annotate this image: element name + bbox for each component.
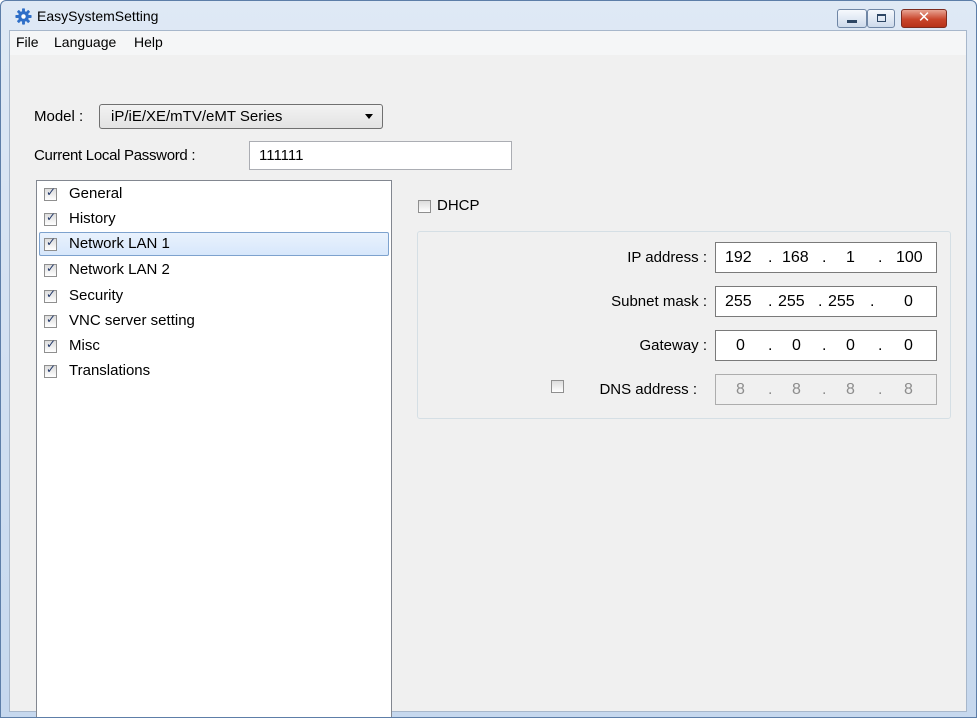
gateway-label: Gateway : <box>639 337 707 354</box>
minimize-button[interactable] <box>837 9 867 28</box>
checkbox[interactable]: ✓ <box>44 235 57 251</box>
menu-language[interactable]: Language <box>50 33 120 51</box>
ip-address-field[interactable]: 192 . 168 . 1 . 100 <box>715 242 937 273</box>
ip-separator: . <box>870 293 875 310</box>
list-item-network-lan-1[interactable]: ✓ Network LAN 1 <box>39 232 389 256</box>
maximize-button[interactable] <box>867 9 895 28</box>
check-icon: ✓ <box>46 337 57 351</box>
check-icon: ✓ <box>46 210 57 224</box>
ip-separator: . <box>768 249 773 266</box>
list-item-label: Misc <box>69 337 100 354</box>
ip-octet-2: 168 <box>782 249 809 266</box>
ip-separator: . <box>822 249 827 266</box>
subnet-mask-field[interactable]: 255 . 255 . 255 . 0 <box>715 286 937 317</box>
window-title: EasySystemSetting <box>37 8 159 24</box>
model-label: Model : <box>34 108 84 125</box>
dns-address-field[interactable]: 8 . 8 . 8 . 8 <box>715 374 937 405</box>
ip-octet-3: 1 <box>846 249 855 266</box>
ip-separator: . <box>818 293 823 310</box>
ip-octet-4: 100 <box>896 249 923 266</box>
ip-address-label: IP address : <box>627 249 707 266</box>
subnet-mask-label: Subnet mask : <box>611 293 707 310</box>
ip-separator: . <box>878 381 883 398</box>
gear-icon <box>15 8 32 25</box>
list-item-label: Translations <box>69 362 151 379</box>
ip-separator: . <box>768 293 773 310</box>
list-item-history[interactable]: ✓ History <box>39 207 389 231</box>
app-window: EasySystemSetting ✕ File Language Help M… <box>0 0 977 718</box>
gateway-octet-3: 0 <box>846 337 855 354</box>
password-label: Current Local Password : <box>34 147 196 164</box>
minimize-icon <box>847 20 857 23</box>
title-bar[interactable]: EasySystemSetting ✕ <box>1 1 976 30</box>
list-item-label: Network LAN 1 <box>69 235 170 252</box>
subnet-octet-1: 255 <box>725 293 752 310</box>
dns-checkbox[interactable] <box>551 380 564 393</box>
ip-separator: . <box>768 337 773 354</box>
gateway-octet-4: 0 <box>904 337 913 354</box>
close-button[interactable]: ✕ <box>901 8 947 28</box>
checkbox[interactable]: ✓ <box>44 210 57 226</box>
close-icon: ✕ <box>917 8 931 26</box>
ip-separator: . <box>878 249 883 266</box>
dhcp-checkbox[interactable] <box>418 200 431 213</box>
menu-file[interactable]: File <box>12 33 43 51</box>
list-item-misc[interactable]: ✓ Misc <box>39 334 389 358</box>
dns-octet-2: 8 <box>792 381 801 398</box>
subnet-octet-3: 255 <box>828 293 855 310</box>
settings-section-list[interactable]: ✓ General ✓ History ✓ Network LAN 1 ✓ Ne… <box>36 180 392 717</box>
list-item-label: History <box>69 210 116 227</box>
checkbox[interactable]: ✓ <box>44 362 57 378</box>
list-item-label: General <box>69 185 123 202</box>
list-item-translations[interactable]: ✓ Translations <box>39 359 389 383</box>
list-item-label: Security <box>69 287 124 304</box>
dns-octet-4: 8 <box>904 381 913 398</box>
ip-separator: . <box>822 337 827 354</box>
gateway-octet-1: 0 <box>736 337 745 354</box>
model-value: iP/iE/XE/mTV/eMT Series <box>111 108 283 125</box>
checkbox[interactable]: ✓ <box>44 261 57 277</box>
dhcp-label: DHCP <box>437 197 480 214</box>
gateway-octet-2: 0 <box>792 337 801 354</box>
list-item-vnc-server-setting[interactable]: ✓ VNC server setting <box>39 309 389 333</box>
model-dropdown[interactable]: iP/iE/XE/mTV/eMT Series <box>99 104 383 129</box>
menu-help[interactable]: Help <box>130 33 167 51</box>
list-item-label: Network LAN 2 <box>69 261 170 278</box>
ip-octet-1: 192 <box>725 249 752 266</box>
list-item-general[interactable]: ✓ General <box>39 182 389 206</box>
check-icon: ✓ <box>46 362 57 376</box>
ip-separator: . <box>822 381 827 398</box>
check-icon: ✓ <box>46 185 57 199</box>
maximize-icon <box>877 14 886 22</box>
password-field[interactable]: 111111 <box>249 141 512 170</box>
subnet-octet-4: 0 <box>904 293 913 310</box>
checkbox[interactable]: ✓ <box>44 337 57 353</box>
check-icon: ✓ <box>46 261 57 275</box>
checkbox[interactable]: ✓ <box>44 287 57 303</box>
dns-octet-3: 8 <box>846 381 855 398</box>
checkbox[interactable]: ✓ <box>44 185 57 201</box>
gateway-field[interactable]: 0 . 0 . 0 . 0 <box>715 330 937 361</box>
ip-separator: . <box>878 337 883 354</box>
list-item-security[interactable]: ✓ Security <box>39 284 389 308</box>
subnet-octet-2: 255 <box>778 293 805 310</box>
check-icon: ✓ <box>46 235 57 249</box>
list-item-network-lan-2[interactable]: ✓ Network LAN 2 <box>39 258 389 282</box>
menu-bar: File Language Help <box>10 31 966 55</box>
check-icon: ✓ <box>46 312 57 326</box>
dns-address-label: DNS address : <box>599 381 697 398</box>
dns-octet-1: 8 <box>736 381 745 398</box>
chevron-down-icon <box>365 114 373 119</box>
ip-separator: . <box>768 381 773 398</box>
check-icon: ✓ <box>46 287 57 301</box>
checkbox[interactable]: ✓ <box>44 312 57 328</box>
list-item-label: VNC server setting <box>69 312 195 329</box>
